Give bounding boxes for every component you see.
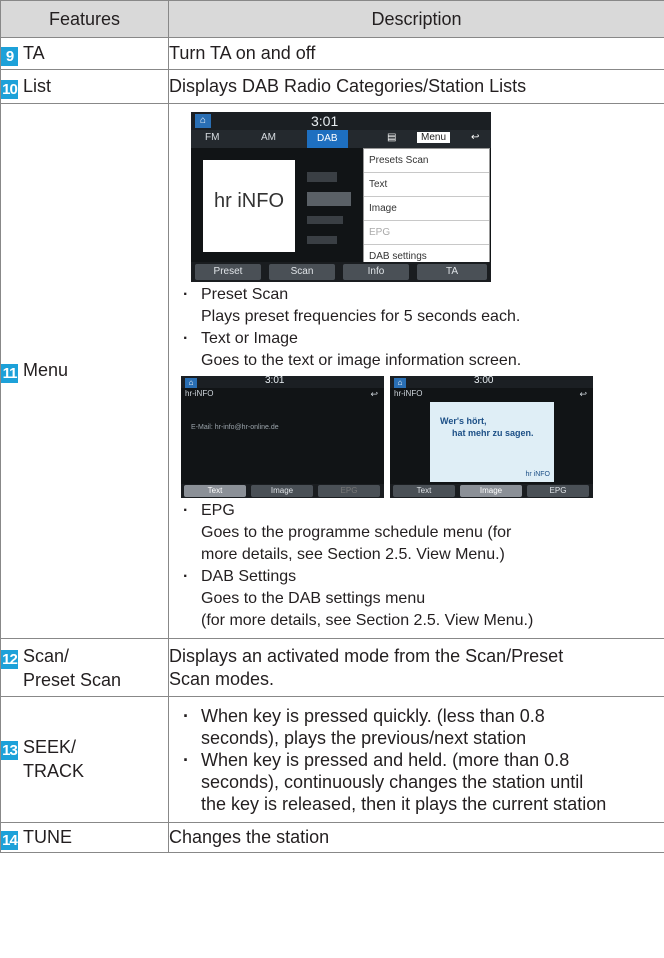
number-badge: 13 xyxy=(1,741,18,760)
table-row: 14 TUNE Changes the station xyxy=(0,822,664,853)
list-item: Text or Image xyxy=(177,328,664,350)
menu-item-text: Text xyxy=(364,173,489,197)
table-row: 9 TA Turn TA on and off xyxy=(0,37,664,70)
home-icon: ⌂ xyxy=(195,114,211,128)
tab-dab: DAB xyxy=(307,130,348,148)
table-row: 11 Menu ⌂ 3:01 FM AM DAB ▤ Menu ↩ hr iNFO xyxy=(0,103,664,639)
list-item: When key is pressed quickly. (less than … xyxy=(177,705,664,727)
number-badge: 14 xyxy=(1,830,18,850)
description-seek-track: When key is pressed quickly. (less than … xyxy=(168,696,664,823)
station-name: hr-iNFO xyxy=(185,389,214,398)
list-item: DAB Settings xyxy=(177,566,664,588)
list-item: When key is pressed and held. (more than… xyxy=(177,749,664,771)
description-ta: Turn TA on and off xyxy=(168,37,664,70)
tab-am: AM xyxy=(261,132,276,143)
header-description: Description xyxy=(168,0,664,38)
menu-options-list-1: Preset Scan xyxy=(177,284,664,306)
scan-button: Scan xyxy=(269,264,335,280)
feature-tune: 14 TUNE xyxy=(0,822,169,853)
table-row: 13SEEK/ TRACK When key is pressed quickl… xyxy=(0,696,664,823)
number-badge: 9 xyxy=(1,46,18,66)
station-logo: hr iNFO xyxy=(203,160,295,252)
list-item: EPG xyxy=(177,500,664,522)
header-features: Features xyxy=(0,0,169,38)
menu-button: Menu xyxy=(417,132,451,143)
station-info-area xyxy=(307,172,359,244)
home-icon: ⌂ xyxy=(394,378,406,388)
back-icon: ↩ xyxy=(471,132,480,143)
feature-menu: 11 Menu xyxy=(0,103,169,639)
number-badge: 12 xyxy=(1,650,18,669)
menu-item-epg: EPG xyxy=(364,221,489,245)
text-info-screen: ⌂ 3:01 hr-iNFO ↩ E-Mail: hr-info@hr-onli… xyxy=(181,376,384,498)
table-row: 10 List Displays DAB Radio Categories/Sta… xyxy=(0,69,664,104)
feature-scan: 12 Scan/ Preset Scan xyxy=(0,638,169,697)
dab-radio-screen: ⌂ 3:01 FM AM DAB ▤ Menu ↩ hr iNFO Preset… xyxy=(191,112,491,282)
menu-item-presets-scan: Presets Scan xyxy=(364,149,489,173)
features-table: Features Description 9 TA Turn TA on and … xyxy=(0,0,664,853)
back-icon: ↩ xyxy=(370,389,378,399)
description-scan: Displays an activated mode from the Scan… xyxy=(168,638,664,697)
tab-fm: FM xyxy=(205,132,220,143)
list-item: Preset Scan xyxy=(177,284,664,306)
slide-image: Wer's hört, hat mehr zu sagen. hr iNFO xyxy=(430,402,554,482)
feature-list: 10 List xyxy=(0,69,169,104)
back-icon: ↩ xyxy=(579,389,587,399)
table-row: 12 Scan/ Preset Scan Displays an activate… xyxy=(0,638,664,697)
description-menu: ⌂ 3:01 FM AM DAB ▤ Menu ↩ hr iNFO Preset… xyxy=(168,103,664,639)
info-button: Info xyxy=(343,264,409,280)
ta-button: TA xyxy=(417,264,487,280)
menu-item-image: Image xyxy=(364,197,489,221)
image-info-screen: ⌂ 3:00 hr-iNFO ↩ Wer's hört, hat mehr zu… xyxy=(390,376,593,498)
description-list: Displays DAB Radio Categories/Station Li… xyxy=(168,69,664,104)
home-icon: ⌂ xyxy=(185,378,197,388)
feature-ta: 9 TA xyxy=(0,37,169,70)
description-tune: Changes the station xyxy=(168,822,664,853)
number-badge: 10 xyxy=(1,79,18,99)
preset-button: Preset xyxy=(195,264,261,280)
feature-seek-track: 13 SEEK/ TRACK xyxy=(0,696,169,823)
text-body: E-Mail: hr-info@hr-online.de xyxy=(191,424,279,431)
list-icon: ▤ xyxy=(387,132,397,143)
number-badge: 11 xyxy=(1,364,18,383)
clock: 3:01 xyxy=(311,113,339,129)
station-name: hr-iNFO xyxy=(394,389,423,398)
menu-popup: Presets Scan Text Image EPG DAB settings xyxy=(363,148,490,269)
table-header-row: Features Description xyxy=(0,0,664,38)
